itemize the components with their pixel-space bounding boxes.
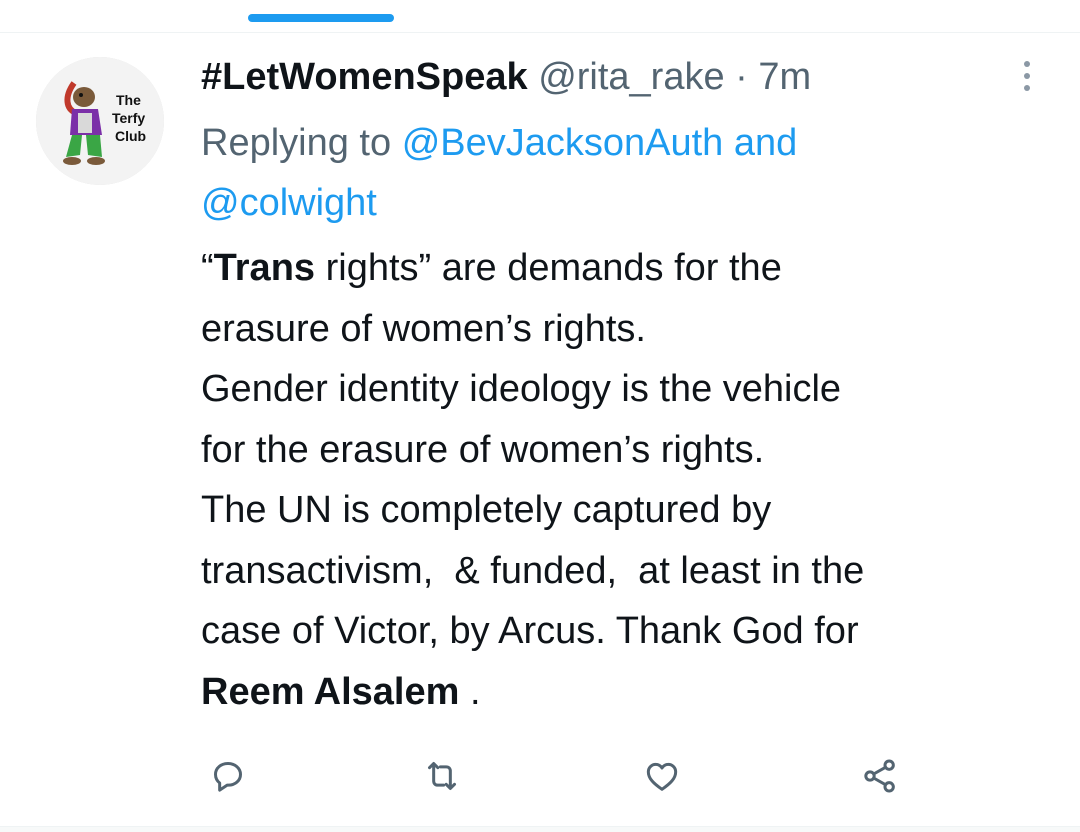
mention-colwight[interactable]: @colwight — [201, 182, 377, 224]
avatar-image: The Terfy Club — [36, 57, 164, 185]
scroll-indicator — [248, 14, 394, 22]
avatar-text-3: Club — [115, 128, 146, 144]
tweet-line-7: case of Victor, by Arcus. Thank God for — [201, 610, 859, 652]
share-icon — [864, 759, 895, 793]
more-vertical-icon[interactable] — [1010, 56, 1044, 96]
bottom-divider — [0, 826, 1080, 832]
tweet-actions — [0, 740, 1080, 804]
bold-reem-alsalem: Reem Alsalem — [201, 670, 460, 713]
replying-to-label: Replying to — [201, 122, 392, 164]
mention-bevjacksonauth[interactable]: @BevJacksonAuth — [402, 122, 724, 164]
tweet-line-5: The UN is completely captured by — [201, 489, 772, 531]
retweet-icon — [428, 762, 456, 790]
separator-dot: · — [735, 56, 748, 98]
tweet-line-3: Gender identity ideology is the vehicle — [201, 368, 842, 410]
replying-to: Replying to @BevJacksonAuth and @colwigh… — [201, 113, 1001, 233]
tweet-line-2: erasure of women’s rights. — [201, 307, 646, 350]
avatar-text-2: Terfy — [112, 110, 145, 126]
display-name[interactable]: #LetWomenSpeak — [201, 56, 528, 98]
like-button[interactable] — [638, 752, 686, 800]
tweet-line-8: Reem Alsalem . — [201, 670, 481, 713]
tweet-header: #LetWomenSpeak @rita_rake · 7m — [201, 52, 811, 102]
avatar-text-1: The — [116, 92, 141, 108]
tweet-line-6: transactivism, & funded, at least in the — [201, 549, 865, 592]
bold-trans: Trans — [213, 247, 316, 289]
avatar[interactable]: The Terfy Club — [36, 57, 164, 185]
reply-icon — [214, 762, 242, 792]
reply-button[interactable] — [204, 752, 252, 800]
share-button[interactable] — [856, 752, 904, 800]
tweet-line-1: “Trans rights” are demands for the — [201, 247, 782, 289]
top-divider — [0, 0, 1080, 33]
tweet-text: “Trans rights” are demands for the erasu… — [201, 238, 1061, 722]
tweet-line-4: for the erasure of women’s rights. — [201, 428, 765, 471]
like-icon — [646, 762, 678, 791]
user-handle[interactable]: @rita_rake — [538, 56, 724, 98]
replying-to-conjunction: and — [733, 122, 798, 164]
timestamp[interactable]: 7m — [758, 56, 811, 98]
retweet-button[interactable] — [418, 752, 466, 800]
